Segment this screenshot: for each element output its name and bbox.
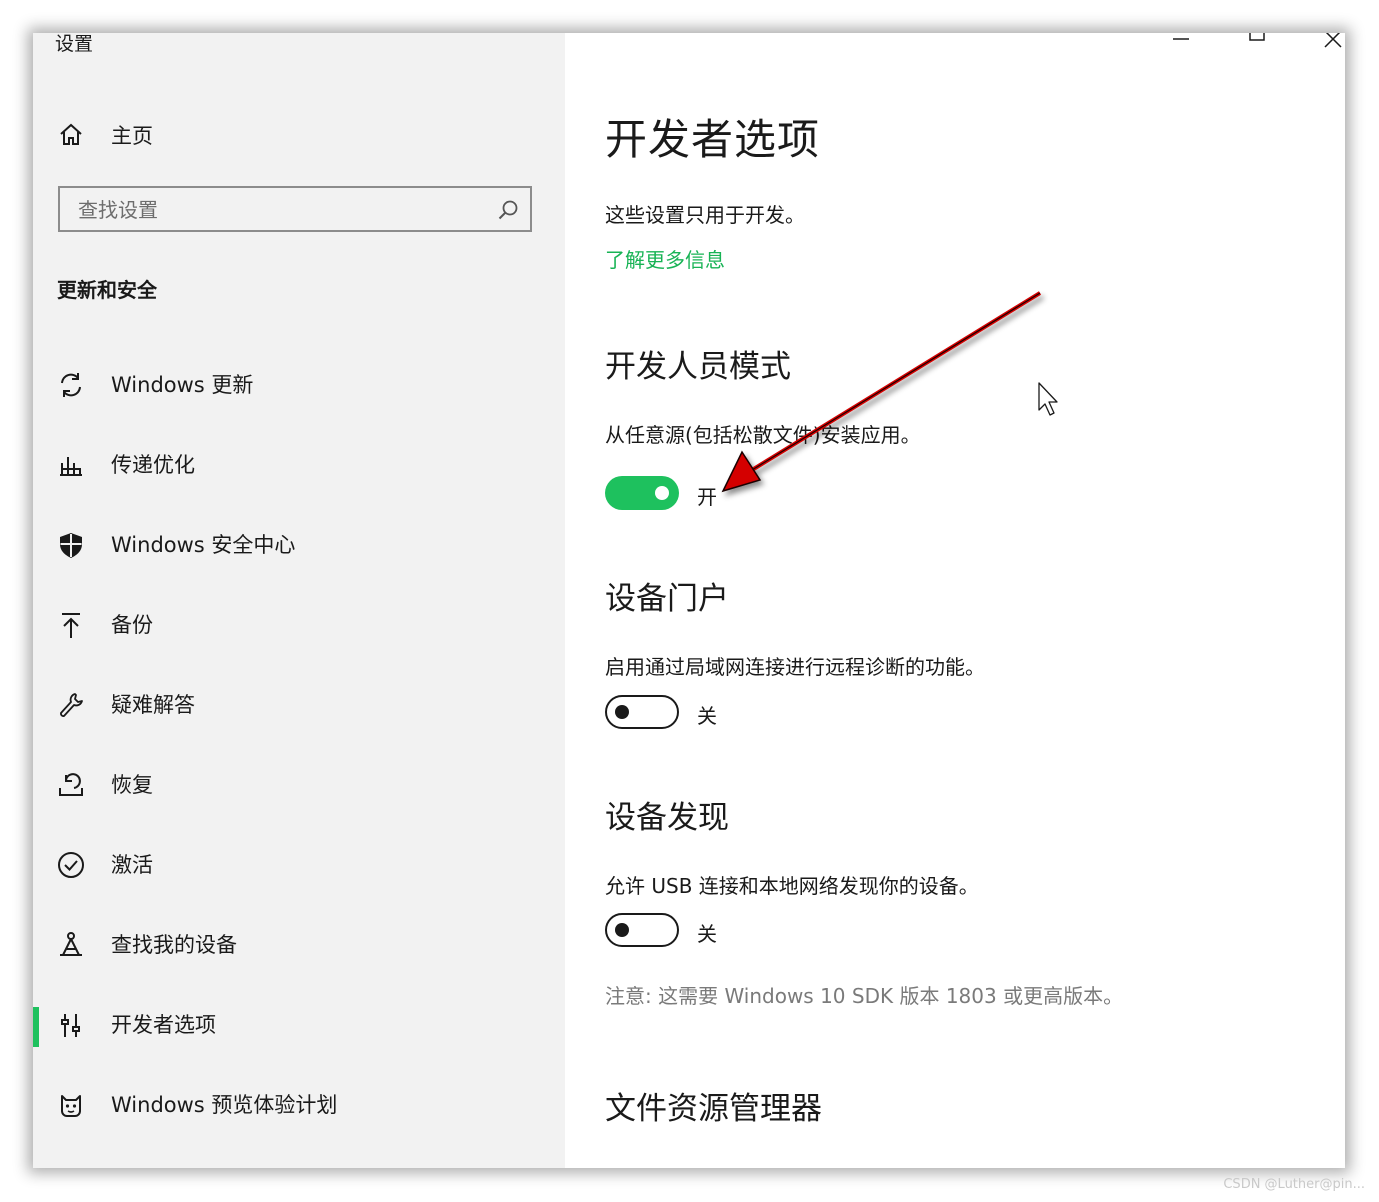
sidebar-item-label: 开发者选项 bbox=[111, 1013, 216, 1037]
developer-mode-heading: 开发人员模式 bbox=[605, 349, 791, 385]
device-discovery-toggle[interactable] bbox=[605, 913, 679, 947]
sidebar-item-label: 疑难解答 bbox=[111, 693, 195, 717]
settings-window: 设置 主页 更新和安全 Windows 更新 bbox=[33, 33, 1345, 1168]
maximize-icon[interactable] bbox=[1237, 33, 1277, 57]
insider-cat-icon bbox=[61, 1095, 81, 1117]
device-discovery-state: 关 bbox=[697, 922, 717, 946]
check-circle-icon bbox=[58, 852, 84, 878]
developer-mode-state: 开 bbox=[697, 485, 717, 509]
sidebar-item-label: Windows 安全中心 bbox=[111, 533, 296, 557]
sidebar: 设置 主页 更新和安全 Windows 更新 bbox=[33, 33, 565, 1168]
sidebar-item-find-my-device[interactable]: 查找我的设备 bbox=[33, 907, 565, 987]
developer-mode-toggle[interactable] bbox=[605, 476, 679, 510]
search-box[interactable] bbox=[58, 186, 532, 232]
sidebar-item-activation[interactable]: 激活 bbox=[33, 827, 565, 907]
sidebar-item-label: Windows 预览体验计划 bbox=[111, 1093, 338, 1117]
sidebar-item-backup[interactable]: 备份 bbox=[33, 587, 565, 667]
delivery-icon bbox=[60, 457, 82, 476]
minimize-icon[interactable] bbox=[1161, 33, 1201, 57]
sidebar-item-label: 恢复 bbox=[111, 773, 153, 797]
device-discovery-note: 注意: 这需要 Windows 10 SDK 版本 1803 或更高版本。 bbox=[605, 984, 1124, 1008]
toggle-knob bbox=[655, 486, 669, 500]
shield-icon bbox=[60, 533, 82, 558]
search-input[interactable] bbox=[76, 194, 480, 226]
sidebar-item-label: Windows 更新 bbox=[111, 373, 254, 397]
developer-icon bbox=[61, 1014, 80, 1037]
sidebar-item-delivery-optimization[interactable]: 传递优化 bbox=[33, 427, 565, 507]
sidebar-item-windows-update[interactable]: Windows 更新 bbox=[33, 347, 565, 427]
page-description: 这些设置只用于开发。 bbox=[605, 203, 805, 227]
developer-mode-description: 从任意源(包括松散文件)安装应用。 bbox=[605, 423, 921, 447]
device-portal-heading: 设备门户 bbox=[605, 581, 729, 617]
page-title: 开发者选项 bbox=[605, 115, 821, 164]
toggle-knob bbox=[615, 922, 629, 937]
sidebar-item-developer-options[interactable]: 开发者选项 bbox=[33, 987, 565, 1067]
sidebar-item-label: 激活 bbox=[111, 853, 153, 877]
device-portal-description: 启用通过局域网连接进行远程诊断的功能。 bbox=[605, 655, 985, 679]
sidebar-item-label: 备份 bbox=[111, 613, 153, 637]
device-discovery-heading: 设备发现 bbox=[605, 800, 729, 836]
find-device-icon bbox=[60, 932, 82, 956]
backup-arrow-icon bbox=[62, 613, 80, 638]
home-icon bbox=[60, 123, 82, 145]
app-title: 设置 bbox=[55, 33, 94, 55]
home-label: 主页 bbox=[111, 124, 153, 148]
content-pane: 开发者选项 这些设置只用于开发。 了解更多信息 开发人员模式 从任意源(包括松散… bbox=[565, 33, 1345, 1168]
toggle-knob bbox=[615, 704, 629, 719]
sidebar-item-label: 查找我的设备 bbox=[111, 933, 237, 957]
device-discovery-description: 允许 USB 连接和本地网络发现你的设备。 bbox=[605, 874, 979, 898]
device-portal-toggle[interactable] bbox=[605, 695, 679, 729]
wrench-icon bbox=[60, 693, 83, 717]
learn-more-link[interactable]: 了解更多信息 bbox=[605, 244, 725, 273]
section-title: 更新和安全 bbox=[57, 278, 157, 302]
sidebar-item-windows-insider[interactable]: Windows 预览体验计划 bbox=[33, 1067, 565, 1147]
sidebar-item-windows-security[interactable]: Windows 安全中心 bbox=[33, 507, 565, 587]
sidebar-nav: Windows 更新 传递优化 Windows 安全中心 备份 疑难解答 恢复 … bbox=[33, 347, 565, 1147]
refresh-icon bbox=[61, 373, 81, 397]
search-icon[interactable] bbox=[496, 198, 520, 222]
close-icon[interactable] bbox=[1313, 33, 1345, 57]
sidebar-item-troubleshoot[interactable]: 疑难解答 bbox=[33, 667, 565, 747]
sidebar-item-label: 传递优化 bbox=[111, 453, 195, 477]
recovery-icon bbox=[59, 773, 83, 796]
sidebar-item-recovery[interactable]: 恢复 bbox=[33, 747, 565, 827]
file-explorer-heading: 文件资源管理器 bbox=[605, 1091, 822, 1127]
device-portal-state: 关 bbox=[697, 704, 717, 728]
watermark: CSDN @Luther@pin... bbox=[1223, 1177, 1365, 1192]
